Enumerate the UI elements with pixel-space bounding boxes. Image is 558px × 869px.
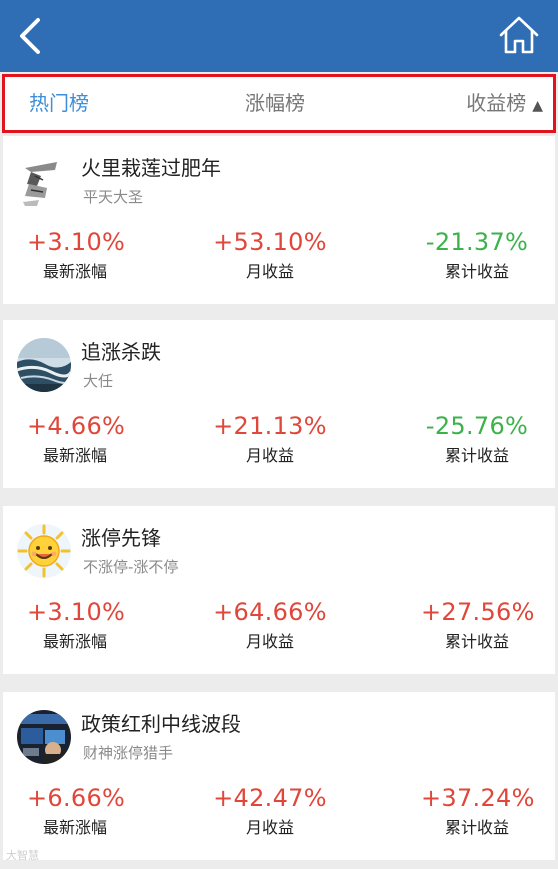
ranking-tabs: 热门榜 涨幅榜 收益榜 ▲: [2, 74, 556, 133]
top-navigation-bar: [0, 0, 558, 72]
tab-profit-list[interactable]: 收益榜 ▲: [466, 77, 543, 130]
portfolio-name[interactable]: 火里栽莲过肥年: [81, 152, 221, 181]
monthly-return-label: 月收益: [245, 818, 294, 837]
latest-change-label: 最新涨幅: [42, 632, 107, 651]
latest-change-label: 最新涨幅: [42, 262, 107, 281]
portfolio-name[interactable]: 追涨杀跌: [81, 336, 161, 365]
portfolio-author: 大任: [83, 372, 114, 390]
total-return-value: +37.24%: [421, 784, 535, 812]
total-return-label: 累计收益: [444, 446, 509, 465]
monthly-return-stat: +21.13% 月收益: [211, 412, 329, 466]
sketch-figure-avatar[interactable]: [17, 154, 71, 208]
watermark: 大智慧: [6, 849, 39, 862]
portfolio-name[interactable]: 涨停先锋: [81, 522, 161, 551]
monthly-return-label: 月收益: [245, 262, 294, 281]
portfolio-card[interactable]: 涨停先锋 不涨停-涨不停 +3.10% 最新涨幅 +64.66% 月收益 +27…: [3, 506, 555, 674]
total-return-value: -25.76%: [425, 412, 529, 440]
total-return-label: 累计收益: [444, 262, 509, 281]
monthly-return-stat: +42.47% 月收益: [211, 784, 329, 838]
portfolio-author: 平天大圣: [83, 188, 144, 206]
portfolio-name[interactable]: 政策红利中线波段: [81, 708, 241, 737]
total-return-value: -21.37%: [425, 228, 529, 256]
total-return-stat: +37.24% 累计收益: [421, 784, 535, 838]
latest-change-value: +3.10%: [27, 598, 126, 626]
sort-up-icon: ▲: [532, 98, 543, 114]
back-icon[interactable]: [14, 14, 48, 58]
tab-profit-label: 收益榜: [466, 91, 527, 115]
monthly-return-stat: +64.66% 月收益: [211, 598, 329, 652]
monthly-return-label: 月收益: [245, 446, 294, 465]
latest-change-stat: +3.10% 最新涨幅: [27, 228, 126, 282]
portfolio-card[interactable]: 追涨杀跌 大任 +4.66% 最新涨幅 +21.13% 月收益 -25.76% …: [3, 320, 555, 488]
total-return-stat: +27.56% 累计收益: [421, 598, 535, 652]
smiling-sun-avatar[interactable]: [17, 524, 71, 578]
latest-change-value: +3.10%: [27, 228, 126, 256]
total-return-label: 累计收益: [444, 818, 509, 837]
monthly-return-stat: +53.10% 月收益: [211, 228, 329, 282]
latest-change-label: 最新涨幅: [42, 818, 107, 837]
monthly-return-value: +42.47%: [213, 784, 327, 812]
latest-change-stat: +3.10% 最新涨幅: [27, 598, 126, 652]
total-return-label: 累计收益: [444, 632, 509, 651]
monthly-return-value: +64.66%: [213, 598, 327, 626]
tab-rise-list[interactable]: 涨幅榜: [245, 77, 305, 130]
portfolio-author: 财神涨停猎手: [83, 744, 174, 762]
home-icon[interactable]: [498, 14, 540, 56]
latest-change-value: +4.66%: [27, 412, 126, 440]
latest-change-value: +6.66%: [27, 784, 126, 812]
monthly-return-value: +53.10%: [213, 228, 327, 256]
tab-hot-list[interactable]: 热门榜: [29, 77, 89, 130]
total-return-value: +27.56%: [421, 598, 535, 626]
monthly-return-value: +21.13%: [213, 412, 327, 440]
latest-change-stat: +6.66% 最新涨幅: [27, 784, 126, 838]
latest-change-label: 最新涨幅: [42, 446, 107, 465]
total-return-stat: -21.37% 累计收益: [421, 228, 533, 282]
dark-photo-avatar[interactable]: [17, 710, 71, 764]
portfolio-author: 不涨停-涨不停: [83, 558, 179, 576]
portfolio-card[interactable]: 火里栽莲过肥年 平天大圣 +3.10% 最新涨幅 +53.10% 月收益 -21…: [3, 136, 555, 304]
total-return-stat: -25.76% 累计收益: [421, 412, 533, 466]
ocean-wave-avatar[interactable]: [17, 338, 71, 392]
portfolio-card[interactable]: 政策红利中线波段 财神涨停猎手 +6.66% 最新涨幅 +42.47% 月收益 …: [3, 692, 555, 860]
monthly-return-label: 月收益: [245, 632, 294, 651]
latest-change-stat: +4.66% 最新涨幅: [27, 412, 126, 466]
